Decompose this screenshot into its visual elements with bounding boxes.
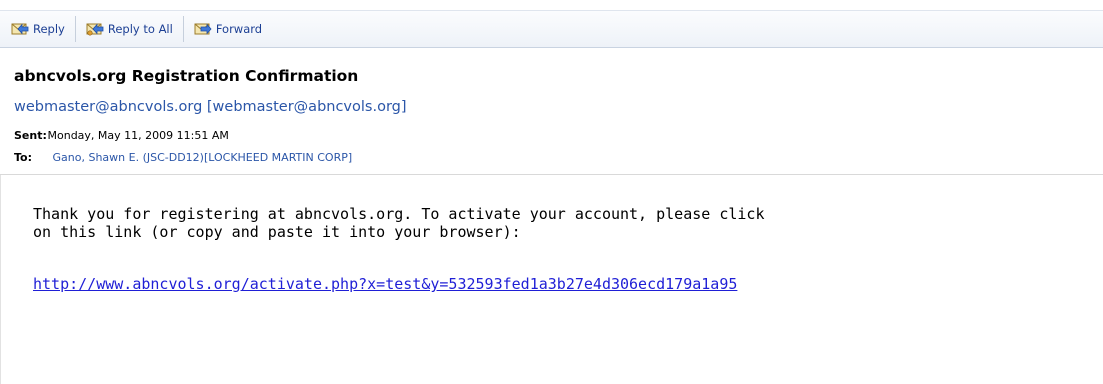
to-label: To: xyxy=(14,151,32,164)
message-toolbar: Reply Reply to All Forward xyxy=(0,10,1103,48)
toolbar-separator xyxy=(74,16,76,42)
sender-address[interactable]: webmaster@abncvols.org [webmaster@abncvo… xyxy=(14,99,407,115)
body-line: on this link (or copy and paste it into … xyxy=(33,223,521,241)
activation-link[interactable]: http://www.abncvols.org/activate.php?x=t… xyxy=(33,275,737,293)
body-line: Thank you for registering at abncvols.or… xyxy=(33,205,765,223)
envelope-forward-icon xyxy=(194,21,212,37)
forward-button[interactable]: Forward xyxy=(194,17,262,41)
envelope-reply-icon xyxy=(11,21,29,37)
reply-all-button-label: Reply to All xyxy=(107,22,173,36)
reply-button[interactable]: Reply xyxy=(11,17,65,41)
reply-all-button[interactable]: Reply to All xyxy=(86,17,173,41)
message-header: abncvols.org Registration Confirmation w… xyxy=(0,48,1103,175)
message-subject: abncvols.org Registration Confirmation xyxy=(14,67,359,85)
email-reading-pane: Reply Reply to All Forward abncvols.org … xyxy=(0,0,1103,384)
reply-button-label: Reply xyxy=(33,22,65,36)
pane-divider xyxy=(0,175,1,384)
message-body: Thank you for registering at abncvols.or… xyxy=(33,205,765,241)
sent-value: Monday, May 11, 2009 11:51 AM xyxy=(47,129,229,142)
recipient-name[interactable]: Gano, Shawn E. (JSC-DD12)[LOCKHEED MARTI… xyxy=(53,151,353,164)
toolbar-separator xyxy=(182,16,184,42)
sent-label: Sent: xyxy=(14,129,47,142)
to-row: To: Gano, Shawn E. (JSC-DD12)[LOCKHEED M… xyxy=(14,151,352,164)
envelope-reply-all-icon xyxy=(86,21,104,37)
sent-row: Sent: Monday, May 11, 2009 11:51 AM xyxy=(14,129,229,142)
forward-button-label: Forward xyxy=(215,22,263,36)
